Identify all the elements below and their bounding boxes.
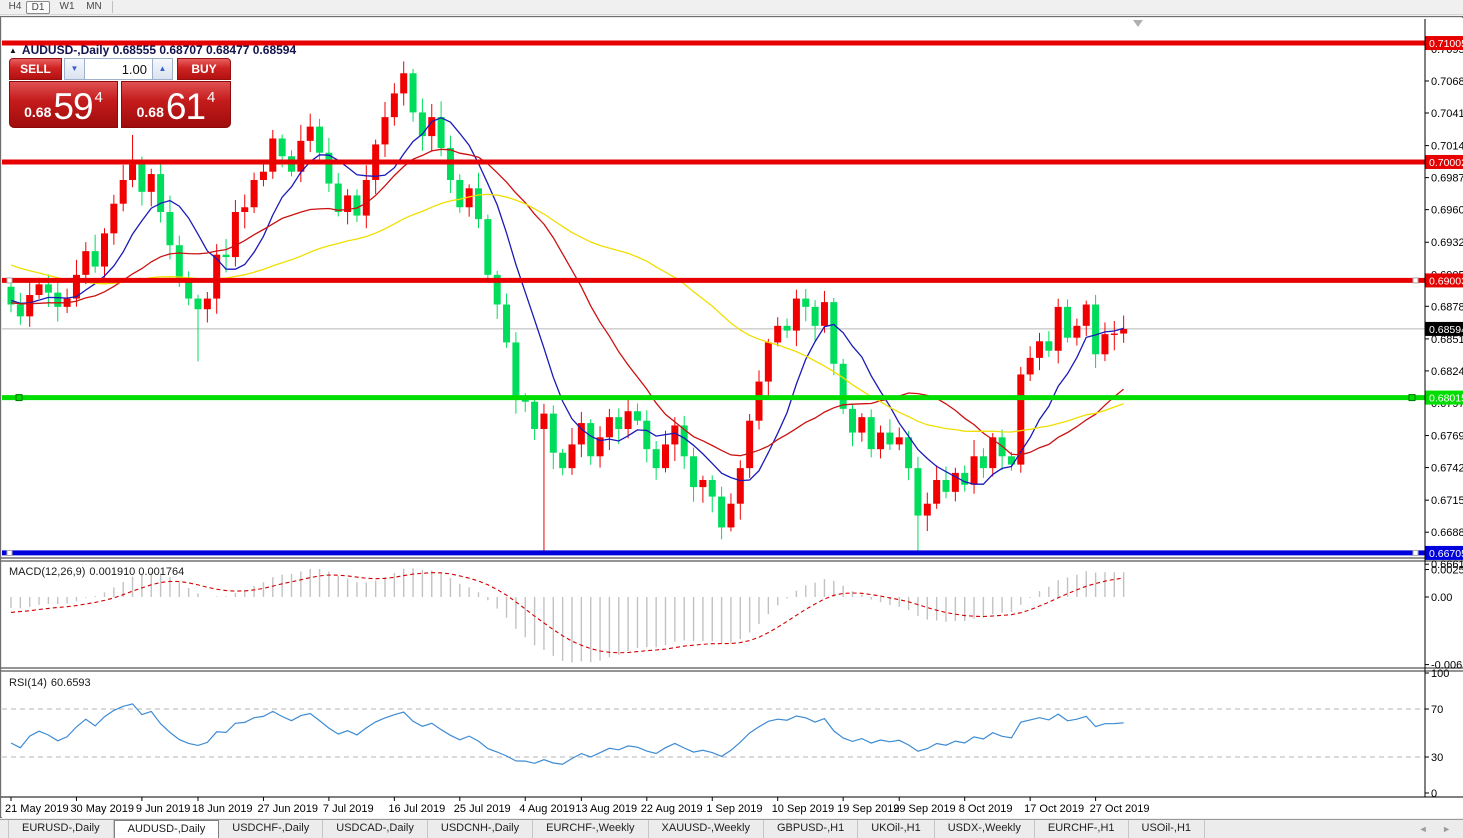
triangle-down-icon: ▼ xyxy=(70,64,79,73)
date-axis-label: 9 Jun 2019 xyxy=(136,803,190,815)
chart-tab-xauusd-weekly[interactable]: XAUUSD-,Weekly xyxy=(648,820,764,838)
chart-tab-eurchf-h1[interactable]: EURCHF-,H1 xyxy=(1034,820,1129,838)
date-axis-label: 21 May 2019 xyxy=(5,803,69,815)
buy-price-display[interactable]: 0.68 61 4 xyxy=(121,81,231,128)
collapse-chart-icon[interactable]: ▲ xyxy=(9,46,17,55)
chart-tab-usdcad-daily[interactable]: USDCAD-,Daily xyxy=(323,820,428,838)
line-handle[interactable] xyxy=(15,394,23,402)
date-axis-label: 17 Oct 2019 xyxy=(1024,803,1084,815)
sell-price-prefix: 0.68 xyxy=(24,104,52,120)
chart-tab-eurchf-weekly[interactable]: EURCHF-,Weekly xyxy=(533,820,649,838)
date-axis-label: 4 Aug 2019 xyxy=(519,803,575,815)
sell-price-pipette: 4 xyxy=(94,89,103,106)
price-level-badge-text: 0.68015 xyxy=(1429,393,1463,405)
timeframe-button-w1[interactable]: W1 xyxy=(55,1,79,14)
price-axis-tick: 0.69600 xyxy=(1431,205,1463,217)
price-axis-tick: 0.67425 xyxy=(1431,463,1463,475)
date-axis-label: 7 Jul 2019 xyxy=(323,803,374,815)
rsi-axis-tick: 30 xyxy=(1431,752,1443,764)
price-axis-tick: 0.67695 xyxy=(1431,431,1463,443)
chart-window: 0.709550.706850.704150.701400.698700.696… xyxy=(0,16,1463,818)
symbol-tab-bar: EURUSD-,Daily AUDUSD-,Daily USDCHF-,Daily U… xyxy=(0,819,1463,838)
chart-symbol-label: AUDUSD-,Daily xyxy=(21,43,110,57)
date-axis-label: 29 Sep 2019 xyxy=(893,803,955,815)
tab-scroll-arrows-icon[interactable]: ◄ ► xyxy=(1419,824,1457,834)
chart-tab-ukoil-h1[interactable]: UKOil-,H1 xyxy=(858,820,935,838)
line-handle[interactable] xyxy=(1408,394,1416,402)
price-level-badge-text: 0.70002 xyxy=(1429,157,1463,169)
price-level-badge-text: 0.66705 xyxy=(1429,548,1463,560)
chart-tab-eurusd-daily[interactable]: EURUSD-,Daily xyxy=(8,820,114,838)
date-axis-label: 19 Sep 2019 xyxy=(837,803,899,815)
price-axis-tick: 0.69870 xyxy=(1431,173,1463,185)
price-axis-tick: 0.70415 xyxy=(1431,108,1463,120)
timeframe-button-h4[interactable]: H4 xyxy=(3,1,27,14)
macd-current-values: 0.001910 0.001764 xyxy=(89,566,185,578)
timeframe-button-d1[interactable]: D1 xyxy=(26,1,50,14)
date-axis-label: 10 Sep 2019 xyxy=(772,803,834,815)
date-axis-label: 27 Oct 2019 xyxy=(1090,803,1150,815)
triangle-up-icon: ▲ xyxy=(158,64,167,73)
current-price-badge-text: 0.68594 xyxy=(1429,324,1463,336)
price-axis-tick: 0.68240 xyxy=(1431,366,1463,378)
timeframe-button-mn[interactable]: MN xyxy=(82,1,106,14)
rsi-axis-tick: 70 xyxy=(1431,704,1443,716)
volume-input[interactable]: 1.00 xyxy=(85,58,152,80)
price-axis-tick: 0.70685 xyxy=(1431,76,1463,88)
chart-title: ▲ AUDUSD-,Daily 0.68555 0.68707 0.68477 0… xyxy=(9,43,296,57)
toolbar-separator xyxy=(112,1,113,13)
buy-price-prefix: 0.68 xyxy=(136,104,164,120)
date-axis-label: 8 Oct 2019 xyxy=(959,803,1013,815)
sell-price-big-digits: 59 xyxy=(53,86,93,127)
date-axis-label: 22 Aug 2019 xyxy=(641,803,703,815)
chart-tab-usdchf-daily[interactable]: USDCHF-,Daily xyxy=(219,820,324,838)
chart-tab-audusd-daily[interactable]: AUDUSD-,Daily xyxy=(113,820,220,838)
date-axis-label: 13 Aug 2019 xyxy=(575,803,637,815)
rsi-axis-tick: 0 xyxy=(1431,788,1437,800)
price-axis-tick: 0.67150 xyxy=(1431,495,1463,507)
date-axis-label: 30 May 2019 xyxy=(70,803,134,815)
volume-increase-button[interactable]: ▲ xyxy=(152,58,173,80)
line-handle[interactable] xyxy=(1412,549,1419,556)
date-axis-label: 27 Jun 2019 xyxy=(257,803,318,815)
one-click-trading-panel: SELL ▼ 1.00 ▲ BUY 0.68 59 4 0.68 61 4 xyxy=(9,58,231,128)
price-axis-tick: 0.69325 xyxy=(1431,237,1463,249)
timeframe-toolbar: H4 D1 W1 MN xyxy=(0,0,1463,15)
rsi-axis-tick: 100 xyxy=(1431,668,1449,680)
chart-tab-usdcnh-daily[interactable]: USDCNH-,Daily xyxy=(427,820,534,838)
buy-price-pipette: 4 xyxy=(207,89,216,106)
buy-button[interactable]: BUY xyxy=(177,58,231,80)
chart-tab-usoil-h1[interactable]: USOil-,H1 xyxy=(1128,820,1206,838)
macd-axis-tick: 0.00 xyxy=(1431,592,1452,604)
chart-tab-usdx-weekly[interactable]: USDX-,Weekly xyxy=(934,820,1035,838)
buy-price-big-digits: 61 xyxy=(165,86,206,127)
date-axis-label: 18 Jun 2019 xyxy=(192,803,253,815)
date-axis-label: 16 Jul 2019 xyxy=(388,803,445,815)
price-level-badge-text: 0.69003 xyxy=(1429,275,1463,287)
sell-button[interactable]: SELL xyxy=(9,58,62,80)
chart-canvas[interactable]: 0.709550.706850.704150.701400.698700.696… xyxy=(1,17,1463,819)
sell-price-display[interactable]: 0.68 59 4 xyxy=(9,81,118,128)
macd-axis-tick: 0.002574 xyxy=(1431,565,1463,577)
chart-tab-gbpusd-h1[interactable]: GBPUSD-,H1 xyxy=(763,820,859,838)
macd-indicator-label: MACD(12,26,9) 0.001910 0.001764 xyxy=(9,566,188,578)
line-handle[interactable] xyxy=(6,549,13,556)
date-axis-label: 1 Sep 2019 xyxy=(706,803,762,815)
price-axis-tick: 0.66880 xyxy=(1431,527,1463,539)
rsi-indicator-label: RSI(14) 60.6593 xyxy=(9,677,95,689)
line-handle[interactable] xyxy=(6,277,13,284)
price-level-badge-text: 0.71005 xyxy=(1429,38,1463,50)
price-axis-tick: 0.68785 xyxy=(1431,301,1463,313)
line-handle[interactable] xyxy=(1412,277,1419,284)
price-axis-tick: 0.70140 xyxy=(1431,141,1463,153)
rsi-name: RSI(14) xyxy=(9,677,47,689)
volume-decrease-button[interactable]: ▼ xyxy=(64,58,85,80)
rsi-current-value: 60.6593 xyxy=(50,677,91,689)
macd-name: MACD(12,26,9) xyxy=(9,566,86,578)
volume-stepper: ▼ 1.00 ▲ xyxy=(64,58,173,80)
chart-ohlc-values: 0.68555 0.68707 0.68477 0.68594 xyxy=(112,43,297,57)
date-axis-label: 25 Jul 2019 xyxy=(454,803,511,815)
